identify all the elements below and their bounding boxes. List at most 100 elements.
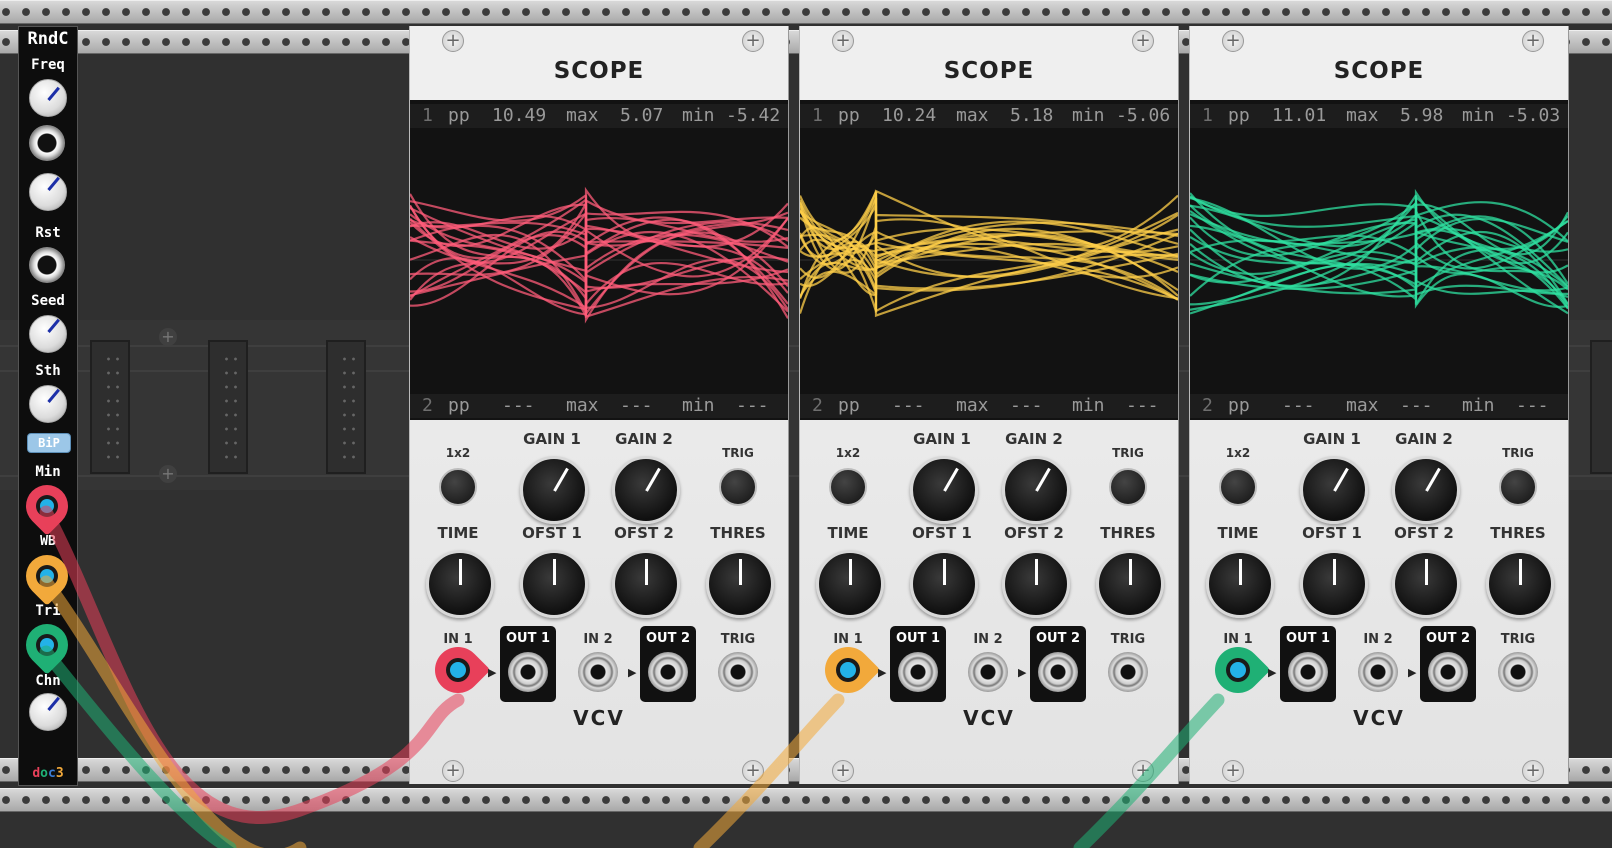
- out1-jack[interactable]: [1288, 652, 1328, 692]
- ofst1-label: OFST 1: [1302, 524, 1362, 542]
- 1x2-label: 1x2: [445, 446, 471, 460]
- ch2-number: 2: [422, 395, 433, 416]
- freq-cv-knob[interactable]: [29, 173, 67, 211]
- bip-toggle[interactable]: BiP: [27, 433, 71, 453]
- in1-plug[interactable]: [1205, 637, 1271, 703]
- ch1-number: 1: [812, 105, 823, 126]
- ofst1-knob[interactable]: [1300, 550, 1368, 618]
- ch1-stats: 1 pp 10.49 max 5.07 min -5.42: [410, 104, 788, 128]
- screw-icon: +: [442, 30, 464, 52]
- screw-icon: +: [742, 30, 764, 52]
- scope-module[interactable]: + + SCOPE 1 pp 10.24 max 5.18 min -5.06 …: [799, 26, 1179, 784]
- out2-label: OUT 2: [1035, 631, 1081, 646]
- scope-display[interactable]: 1 pp 10.49 max 5.07 min -5.42 2 pp --- m…: [410, 100, 788, 420]
- time-knob[interactable]: [426, 550, 494, 618]
- out2-jack[interactable]: [1428, 652, 1468, 692]
- ofst2-knob[interactable]: [1002, 550, 1070, 618]
- thres-knob[interactable]: [1096, 550, 1164, 618]
- in1-plug[interactable]: [425, 637, 491, 703]
- max-label: max: [566, 395, 599, 416]
- trig-in-label: TRIG: [720, 632, 756, 647]
- tri-label: Tri: [35, 603, 61, 619]
- ch2-min-value: ---: [1516, 395, 1549, 416]
- blank-panel[interactable]: [90, 340, 130, 474]
- arrow-icon: ▶: [1408, 666, 1417, 679]
- time-knob[interactable]: [1206, 550, 1274, 618]
- 1x2-button[interactable]: [829, 468, 867, 506]
- chn-knob[interactable]: [29, 693, 67, 731]
- ch1-stats: 1 pp 10.24 max 5.18 min -5.06: [800, 104, 1178, 128]
- trig-button[interactable]: [1499, 468, 1537, 506]
- ofst1-knob[interactable]: [910, 550, 978, 618]
- min-label: min: [682, 395, 715, 416]
- in2-label: IN 2: [583, 632, 613, 647]
- seed-knob[interactable]: [29, 315, 67, 353]
- thres-label: THRES: [1100, 524, 1156, 542]
- scope-module[interactable]: + + SCOPE 1 pp 10.49 max 5.07 min -5.42 …: [409, 26, 789, 784]
- rst-jack[interactable]: [29, 247, 65, 283]
- scope-traces: [800, 189, 1178, 318]
- ofst1-knob[interactable]: [520, 550, 588, 618]
- out1-label: OUT 1: [1285, 631, 1331, 646]
- scope-display[interactable]: 1 pp 11.01 max 5.98 min -5.03 2 pp --- m…: [1190, 100, 1568, 420]
- ch2-number: 2: [812, 395, 823, 416]
- trig-in-jack[interactable]: [1108, 652, 1148, 692]
- in2-jack[interactable]: [578, 652, 618, 692]
- thres-knob[interactable]: [1486, 550, 1554, 618]
- pp-label: pp: [448, 395, 470, 416]
- scope-display[interactable]: 1 pp 10.24 max 5.18 min -5.06 2 pp --- m…: [800, 100, 1178, 420]
- sth-knob[interactable]: [29, 385, 67, 423]
- trig-button[interactable]: [1109, 468, 1147, 506]
- gain1-knob[interactable]: [1300, 456, 1368, 524]
- tri-output-plug[interactable]: [17, 615, 77, 675]
- gain2-knob[interactable]: [612, 456, 680, 524]
- pp-label: pp: [838, 105, 860, 126]
- gain1-knob[interactable]: [520, 456, 588, 524]
- screw-icon: +: [1222, 760, 1244, 782]
- ch1-max-value: 5.18: [1010, 105, 1054, 126]
- freq-cv-jack[interactable]: [29, 125, 65, 161]
- 1x2-button[interactable]: [439, 468, 477, 506]
- gain2-knob[interactable]: [1392, 456, 1460, 524]
- gain2-knob[interactable]: [1002, 456, 1070, 524]
- trig-in-jack[interactable]: [1498, 652, 1538, 692]
- trig-label: TRIG: [1502, 446, 1534, 460]
- freq-knob[interactable]: [29, 79, 67, 117]
- doc3-logo: doc3: [32, 766, 64, 781]
- vcv-logo: VCV: [963, 706, 1015, 730]
- out2-jack[interactable]: [648, 652, 688, 692]
- time-knob[interactable]: [816, 550, 884, 618]
- out2-jack[interactable]: [1038, 652, 1078, 692]
- out2-label: OUT 2: [1425, 631, 1471, 646]
- gain1-knob[interactable]: [910, 456, 978, 524]
- 1x2-button[interactable]: [1219, 468, 1257, 506]
- in2-jack[interactable]: [1358, 652, 1398, 692]
- out1-jack[interactable]: [898, 652, 938, 692]
- ofst2-knob[interactable]: [612, 550, 680, 618]
- wb-output-plug[interactable]: [17, 546, 77, 606]
- scope-controls: 1x2 GAIN 1 GAIN 2 TRIG TIME OFST 1 OFST …: [800, 420, 1178, 784]
- trig-button[interactable]: [719, 468, 757, 506]
- out1-jack[interactable]: [508, 652, 548, 692]
- ch2-max-value: ---: [1400, 395, 1433, 416]
- in1-plug[interactable]: [815, 637, 881, 703]
- in2-jack[interactable]: [968, 652, 1008, 692]
- rndc-module[interactable]: RndC Freq Rst Seed Sth BiP Min WB Tri Ch…: [17, 26, 78, 786]
- vcv-logo: VCV: [1353, 706, 1405, 730]
- scope-module[interactable]: + + SCOPE 1 pp 11.01 max 5.98 min -5.03 …: [1189, 26, 1569, 784]
- thres-knob[interactable]: [706, 550, 774, 618]
- blank-panel[interactable]: [326, 340, 366, 474]
- trig-in-jack[interactable]: [718, 652, 758, 692]
- min-output-plug[interactable]: [17, 476, 77, 536]
- blank-panel[interactable]: [208, 340, 248, 474]
- pp-label: pp: [1228, 395, 1250, 416]
- trig-label: TRIG: [722, 446, 754, 460]
- ofst2-knob[interactable]: [1392, 550, 1460, 618]
- ch1-min-value: -5.06: [1116, 105, 1171, 126]
- time-label: TIME: [1217, 524, 1259, 542]
- 1x2-label: 1x2: [835, 446, 861, 460]
- scope-title: SCOPE: [1333, 58, 1425, 84]
- blank-panel[interactable]: [1590, 340, 1612, 474]
- screw-icon: +: [442, 760, 464, 782]
- scope-title: SCOPE: [553, 58, 645, 84]
